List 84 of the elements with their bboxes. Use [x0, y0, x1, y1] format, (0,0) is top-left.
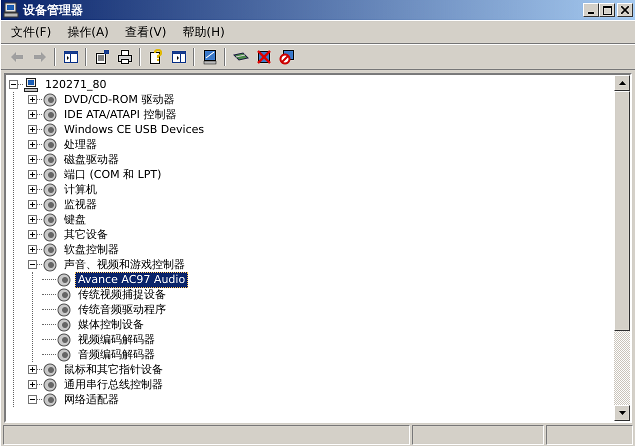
tree-item[interactable]: DVD/CD-ROM 驱动器 — [61, 92, 178, 108]
tree-item[interactable]: 监视器 — [61, 196, 100, 212]
expand-icon[interactable] — [28, 125, 37, 134]
split-pane-icon — [170, 49, 186, 65]
tree-item[interactable]: 通用串行总线控制器 — [61, 376, 166, 392]
split-pane-icon — [62, 49, 78, 65]
close-icon — [621, 6, 629, 14]
device-icon — [42, 212, 58, 228]
device-icon — [42, 182, 58, 198]
device-icon — [56, 316, 72, 332]
menu-item[interactable]: 查看(V) — [118, 22, 172, 42]
tree-item[interactable]: 磁盘驱动器 — [61, 152, 122, 168]
expand-icon[interactable] — [28, 230, 37, 239]
tree-item[interactable]: 网络适配器 — [61, 392, 122, 408]
minimize-button[interactable] — [583, 3, 599, 17]
tree-item[interactable]: 软盘控制器 — [61, 242, 122, 258]
uninstall-icon — [256, 49, 272, 65]
computer-icon — [3, 2, 19, 18]
device-icon — [42, 392, 58, 408]
scroll-up-icon[interactable] — [618, 81, 626, 85]
device-icon — [42, 196, 58, 212]
tree-item[interactable]: 传统视频捕捉设备 — [75, 286, 169, 302]
device-icon — [42, 362, 58, 378]
device-icon — [56, 286, 72, 302]
expand-icon[interactable] — [28, 365, 37, 374]
tree-item[interactable]: Windows CE USB Devices — [61, 122, 208, 138]
expand-icon[interactable] — [28, 245, 37, 254]
forward-arrow-icon — [32, 49, 48, 65]
collapse-icon[interactable] — [9, 80, 18, 89]
expand-icon[interactable] — [28, 380, 37, 389]
device-icon — [56, 346, 72, 362]
scroll-down-icon[interactable] — [618, 411, 626, 415]
tree-item[interactable]: 声音、视频和游戏控制器 — [61, 256, 188, 272]
tree-item[interactable]: 媒体控制设备 — [75, 316, 147, 332]
scrollbar-thumb[interactable] — [614, 91, 630, 331]
menu-item[interactable]: 文件(F) — [5, 22, 58, 42]
device-icon — [56, 332, 72, 348]
collapse-icon[interactable] — [28, 260, 37, 269]
tree-item[interactable]: 120271_80 — [42, 76, 110, 92]
device-icon — [42, 376, 58, 392]
device-icon — [42, 122, 58, 138]
expand-icon[interactable] — [28, 215, 37, 224]
maximize-button[interactable] — [599, 3, 615, 17]
device-icon — [56, 272, 72, 288]
tree-item[interactable]: 键盘 — [61, 212, 89, 228]
device-icon — [42, 256, 58, 272]
menu-item[interactable]: 操作(A) — [61, 22, 115, 42]
device-icon — [42, 106, 58, 122]
tree-item[interactable]: 计算机 — [61, 182, 100, 198]
expand-icon[interactable] — [28, 200, 37, 209]
expand-icon[interactable] — [28, 95, 37, 104]
device-icon — [42, 152, 58, 168]
menu-item[interactable]: 帮助(H) — [176, 22, 231, 42]
device-icon — [42, 166, 58, 182]
expand-icon[interactable] — [28, 185, 37, 194]
help-icon — [148, 49, 164, 65]
tree-item[interactable]: 传统音频驱动程序 — [75, 302, 169, 318]
tree-item[interactable]: Avance AC97 Audio — [75, 272, 188, 288]
expand-icon[interactable] — [28, 155, 37, 164]
expand-icon[interactable] — [28, 110, 37, 119]
tree-item[interactable]: 鼠标和其它指针设备 — [61, 362, 166, 378]
properties-icon — [94, 49, 110, 65]
device-icon — [42, 136, 58, 152]
close-button[interactable] — [617, 3, 633, 17]
expand-icon[interactable] — [28, 170, 37, 179]
printer-icon — [116, 49, 132, 65]
tree-item[interactable]: IDE ATA/ATAPI 控制器 — [61, 106, 180, 122]
tree-item[interactable]: 端口 (COM 和 LPT) — [61, 166, 164, 182]
device-icon — [42, 242, 58, 258]
tree-item[interactable]: 视频编码解码器 — [75, 332, 158, 348]
device-icon — [42, 226, 58, 242]
vertical-scrollbar[interactable] — [614, 75, 630, 421]
disable-device-icon — [278, 49, 294, 65]
tree-item[interactable]: 其它设备 — [61, 226, 111, 242]
expand-icon[interactable] — [28, 140, 37, 149]
collapse-icon[interactable] — [28, 395, 37, 404]
device-icon — [42, 92, 58, 108]
tree-item[interactable]: 处理器 — [61, 136, 100, 152]
monitor-scan-icon — [202, 49, 218, 65]
maximize-icon — [602, 6, 612, 14]
tree-item[interactable]: 音频编码解码器 — [75, 346, 158, 362]
window-title: 设备管理器 — [23, 2, 84, 18]
device-icon — [56, 302, 72, 318]
computer-icon — [23, 76, 39, 92]
